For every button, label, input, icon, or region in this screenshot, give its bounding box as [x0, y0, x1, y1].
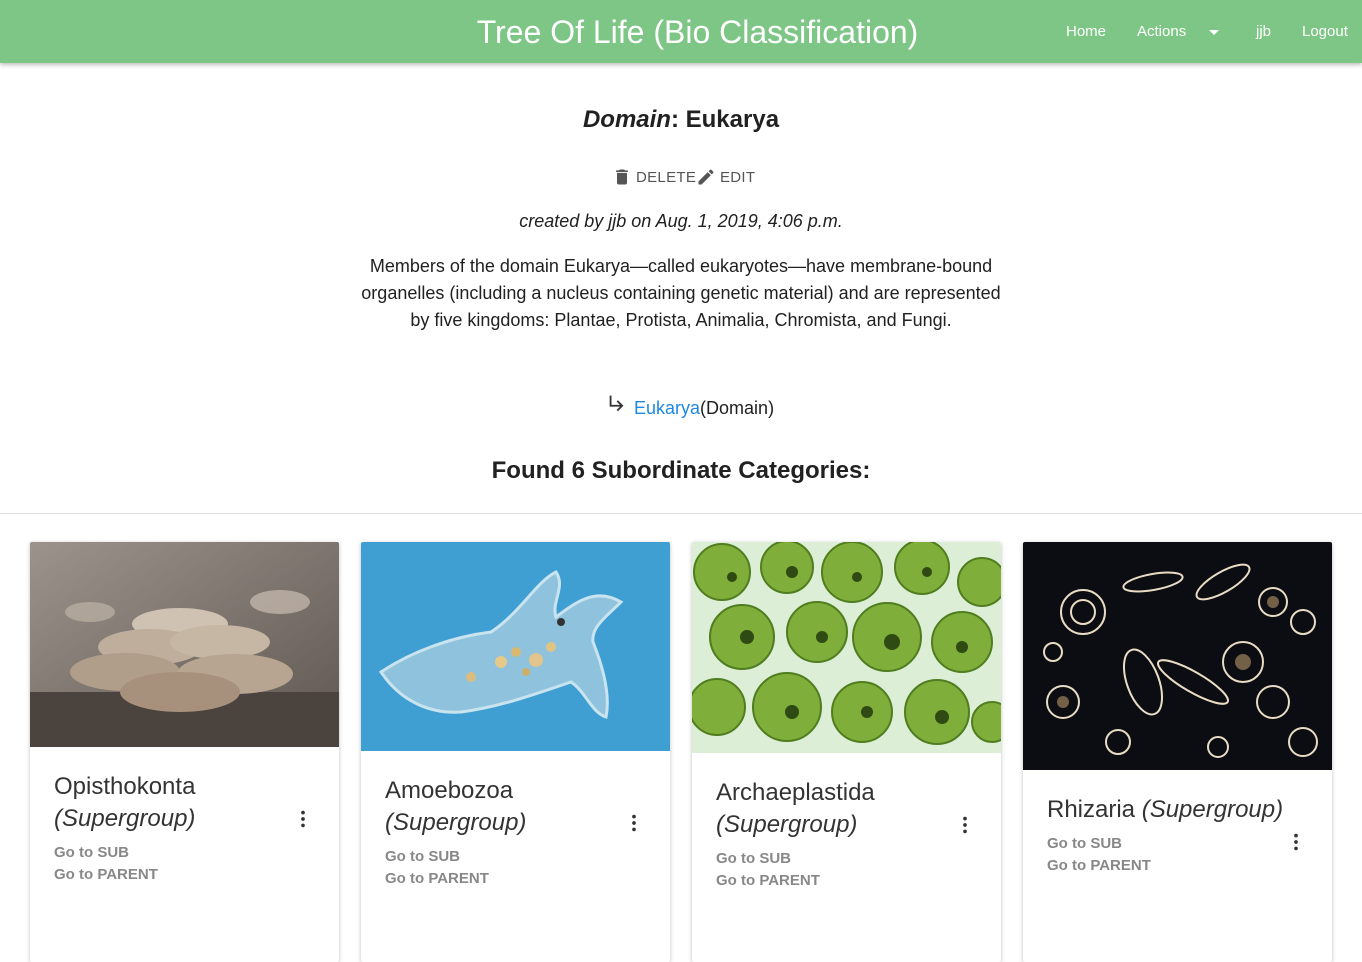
delete-label: DELETE — [636, 168, 697, 186]
nav-logout-link[interactable]: Logout — [1302, 0, 1348, 63]
nav-home-link[interactable]: Home — [1066, 0, 1106, 63]
go-to-sub-link[interactable]: Go to SUB — [54, 842, 129, 864]
card-group: (Supergroup) — [1141, 796, 1284, 823]
created-info: created by jjb on Aug. 1, 2019, 4:06 p.m… — [519, 211, 843, 231]
title-separator: : — [670, 106, 679, 133]
card-group: (Supergroup) — [54, 805, 196, 832]
card-name: Archaeplastida — [716, 779, 875, 806]
dropdown-caret-icon[interactable] — [1204, 0, 1224, 63]
card-title: Opisthokonta (Supergroup) — [54, 771, 294, 835]
trash-icon — [616, 169, 628, 185]
card-image[interactable] — [30, 542, 339, 747]
card-image[interactable] — [361, 542, 670, 751]
subcategory-card: Rhizaria (Supergroup) Go to SUB Go to PA… — [1023, 542, 1332, 962]
card-title: Rhizaria (Supergroup) — [1047, 794, 1297, 826]
go-to-parent-link[interactable]: Go to PARENT — [385, 868, 489, 890]
subordinates-heading: Found 6 Subordinate Categories: — [491, 457, 871, 484]
edit-label: EDIT — [720, 168, 756, 186]
taxon-description: Members of the domain Eukarya—called euk… — [361, 256, 1001, 330]
nav-user-link[interactable]: jjb — [1256, 0, 1271, 63]
go-to-sub-link[interactable]: Go to SUB — [385, 846, 460, 868]
more-vert-icon[interactable] — [1285, 831, 1307, 853]
subcategory-card: Archaeplastida (Supergroup) Go to SUB Go… — [692, 542, 1001, 962]
card-name: Opisthokonta — [54, 773, 196, 800]
taxon-name: Eukarya — [685, 106, 780, 133]
subcategory-card: Amoebozoa (Supergroup) Go to SUB Go to P… — [361, 542, 670, 962]
page-title: Domain: Eukarya — [0, 104, 1362, 136]
card-name: Rhizaria — [1047, 796, 1136, 823]
top-app-bar: Tree Of Life (Bio Classification) Home A… — [0, 0, 1362, 63]
more-vert-icon[interactable] — [292, 808, 314, 830]
lineage-link-eukarya[interactable]: Eukarya — [634, 398, 700, 418]
card-image[interactable] — [1023, 542, 1332, 770]
nav-actions-menu[interactable]: Actions — [1137, 0, 1186, 63]
go-to-parent-link[interactable]: Go to PARENT — [1047, 855, 1151, 877]
subdirectory-arrow-icon — [609, 395, 624, 412]
taxon-rank: Domain — [582, 106, 671, 133]
card-title: Amoebozoa (Supergroup) — [385, 775, 625, 839]
go-to-sub-link[interactable]: Go to SUB — [1047, 833, 1122, 855]
card-image[interactable] — [692, 542, 1001, 753]
card-group: (Supergroup) — [716, 811, 858, 838]
more-vert-icon[interactable] — [954, 814, 976, 836]
go-to-parent-link[interactable]: Go to PARENT — [716, 870, 820, 892]
delete-button[interactable]: DELETE — [612, 165, 696, 189]
pencil-icon — [698, 169, 714, 185]
card-name: Amoebozoa — [385, 777, 514, 804]
lineage-rank: (Domain) — [700, 398, 775, 418]
subcategory-card: Opisthokonta (Supergroup) Go to SUB Go t… — [30, 542, 339, 962]
more-vert-icon[interactable] — [623, 812, 645, 834]
edit-button[interactable]: EDIT — [696, 165, 755, 189]
go-to-parent-link[interactable]: Go to PARENT — [54, 864, 158, 886]
section-divider — [0, 513, 1362, 514]
lineage-entry: Eukarya(Domain) — [634, 394, 774, 422]
card-title: Archaeplastida (Supergroup) — [716, 777, 956, 841]
go-to-sub-link[interactable]: Go to SUB — [716, 848, 791, 870]
card-group: (Supergroup) — [385, 809, 527, 836]
